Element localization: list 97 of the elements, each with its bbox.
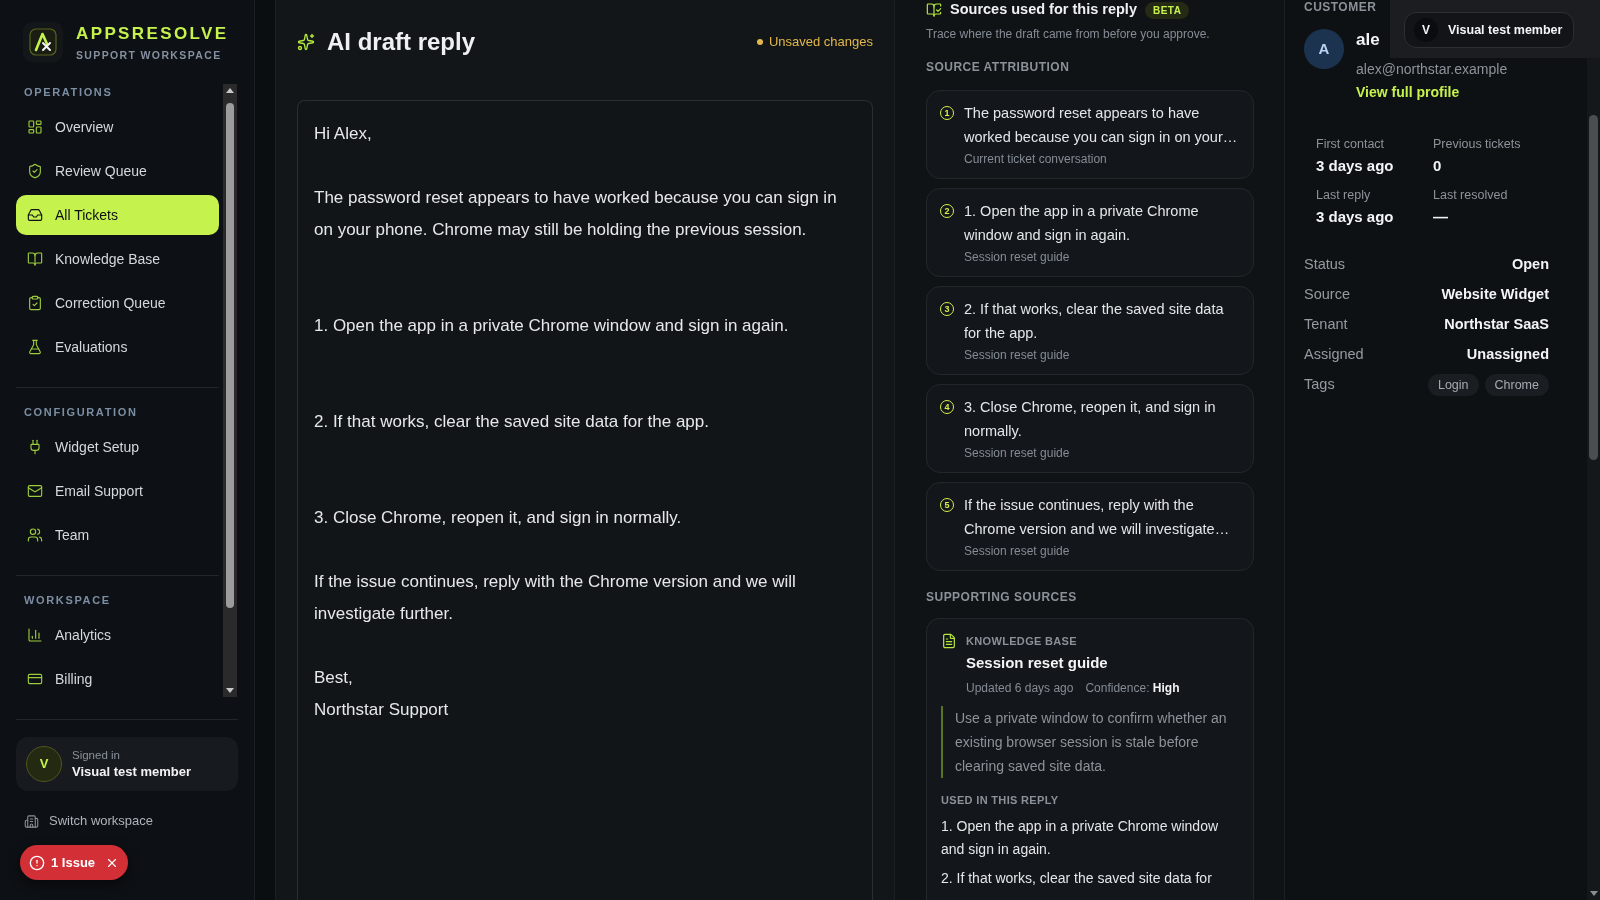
stat-label: Previous tickets [1433, 136, 1522, 153]
stat-label: Last resolved [1433, 187, 1509, 204]
panel-subtitle: Trace where the draft came from before you approve. [926, 26, 1211, 43]
attribution-text: 3. Close Chrome, reopen it, and sign in normally. [964, 398, 1217, 441]
dashboard-icon [27, 119, 43, 135]
detail-value: Unassigned [1466, 345, 1549, 365]
member-avatar: V [1414, 18, 1438, 42]
nav-item[interactable]: Team [16, 515, 219, 555]
section-heading: CUSTOMER [1304, 0, 1378, 14]
detail-label: Tags [1304, 375, 1335, 395]
detail-label: Tenant [1304, 315, 1348, 335]
attribution-card[interactable]: 5 If the issue continues, reply with the Chrome version and we will investigate… Session reset guide [926, 482, 1254, 571]
nav-item[interactable]: Billing [16, 659, 219, 699]
stat-value: 3 days ago [1316, 156, 1395, 176]
attribution-card[interactable]: 3 2. If that works, clear the saved site data for the app. Session reset guide [926, 286, 1254, 375]
detail-label: Source [1304, 285, 1350, 305]
detail-label: Status [1304, 255, 1346, 275]
building-icon [24, 813, 39, 829]
detail-value: Northstar SaaS [1444, 315, 1549, 335]
used-step: 1. Open the app in a private Chrome window and sign in again. [941, 815, 1222, 861]
bar-chart-icon [27, 627, 43, 643]
member-chip[interactable]: V Visual test member [1404, 12, 1575, 48]
section-heading: SOURCE ATTRIBUTION [926, 59, 1071, 75]
tag: Login [1427, 373, 1479, 397]
customer-avatar: A [1304, 29, 1344, 69]
inbox-icon [27, 207, 43, 223]
section-heading: USED IN THIS REPLY [941, 793, 1060, 808]
users-icon [27, 527, 43, 543]
attribution-source: Current ticket conversation [964, 151, 1108, 168]
issue-indicator[interactable]: 1 Issue [20, 845, 129, 880]
flask-icon [27, 339, 43, 355]
section-heading: SUPPORTING SOURCES [926, 589, 1078, 605]
attribution-text: 2. If that works, clear the saved site data for the app. [964, 300, 1225, 343]
source-confidence: Confidence: High [1085, 680, 1180, 697]
stat-label: Last reply [1316, 187, 1372, 204]
credit-card-icon [27, 671, 43, 687]
plug-icon [27, 439, 43, 455]
user-name: Visual test member [72, 762, 191, 781]
attribution-card[interactable]: 1 The password reset appears to have worked because you can sign in on your… Current ticket conversation [926, 90, 1254, 179]
profile-link[interactable]: View full profile [1356, 82, 1460, 102]
book-icon [27, 251, 43, 267]
stat-value: — [1433, 207, 1449, 227]
shield-check-icon [27, 163, 43, 179]
user-status: Signed in [72, 747, 121, 763]
source-excerpt: Use a private window to confirm whether an existing browser session is stale before clearing saved site data. [941, 706, 1240, 778]
nav-item[interactable]: Analytics [16, 615, 219, 655]
section-label: CONFIGURATION [23, 405, 139, 420]
customer-email: alex@northstar.example [1356, 60, 1508, 79]
clipboard-check-icon [27, 295, 43, 311]
detail-value: Website Widget [1441, 285, 1549, 305]
alert-icon [29, 854, 45, 871]
nav-item[interactable]: Widget Setup [16, 427, 219, 467]
nav-item[interactable]: Overview [16, 107, 219, 147]
source-updated: Updated 6 days ago [966, 680, 1074, 697]
editor-title: AI draft reply [327, 27, 476, 57]
panel-title: Sources used for this reply [950, 0, 1137, 20]
tag: Chrome [1484, 373, 1549, 397]
attribution-text: 1. Open the app in a private Chrome window and sign in again. [964, 202, 1200, 245]
attribution-source: Session reset guide [964, 249, 1071, 266]
attribution-card[interactable]: 2 1. Open the app in a private Chrome window and sign in again. Session reset guide [926, 188, 1254, 277]
nav-item[interactable]: Evaluations [16, 327, 219, 367]
attribution-source: Session reset guide [964, 445, 1071, 462]
nav-item[interactable]: Knowledge Base [16, 239, 219, 279]
brand-name: APPSRESOLVE [76, 22, 229, 45]
user-avatar: V [26, 746, 62, 782]
detail-label: Assigned [1304, 345, 1364, 365]
source-category: KNOWLEDGE BASE [966, 634, 1078, 649]
section-label: WORKSPACE [23, 593, 112, 608]
section-label: OPERATIONS [23, 85, 114, 100]
used-step: 2. If that works, clear the saved site data for [941, 867, 1222, 890]
nav-item[interactable]: Correction Queue [16, 283, 219, 323]
attribution-source: Session reset guide [964, 347, 1071, 364]
stat-value: 3 days ago [1316, 207, 1395, 227]
nav-item[interactable]: Review Queue [16, 151, 219, 191]
detail-value: Open [1511, 255, 1549, 275]
member-name: Visual test member [1448, 21, 1563, 39]
document-icon [941, 633, 957, 649]
nav-item[interactable]: Email Support [16, 471, 219, 511]
reply-editor[interactable]: Hi Alex, The password reset appears to have worked because you can sign in on your phone. Chrome may still be holding the previous session. 1. Open the app in a private Chrome window and sign in again. 2. If that works, clear the saved site data for the app. 3. Close Chrome, reopen it, and sign in normally. If the issue continues, reply with the Chrome version and we will investigate further. Best, Northstar Support [297, 100, 873, 900]
save-status: Unsaved changes [768, 33, 873, 52]
mail-icon [27, 483, 43, 499]
sparkle-icon [297, 33, 315, 51]
logo-icon [23, 22, 63, 62]
book-check-icon [926, 2, 942, 18]
source-title: Session reset guide [966, 653, 1109, 673]
attribution-text: If the issue continues, reply with the Chrome version and we will investigate… [964, 496, 1231, 539]
stat-value: 0 [1433, 156, 1443, 176]
attribution-card[interactable]: 4 3. Close Chrome, reopen it, and sign in normally. Session reset guide [926, 384, 1254, 473]
attribution-source: Session reset guide [964, 543, 1071, 560]
nav-item[interactable]: All Tickets [16, 195, 219, 235]
switch-workspace-link[interactable]: Switch workspace [24, 811, 154, 831]
brand-tagline: SUPPORT WORKSPACE [76, 47, 223, 62]
attribution-text: The password reset appears to have worked because you can sign in on your… [964, 104, 1239, 147]
stat-label: First contact [1316, 136, 1386, 153]
beta-tag: BETA [1144, 1, 1190, 19]
scrollbar[interactable] [223, 84, 237, 697]
customer-name: ale [1356, 29, 1380, 51]
